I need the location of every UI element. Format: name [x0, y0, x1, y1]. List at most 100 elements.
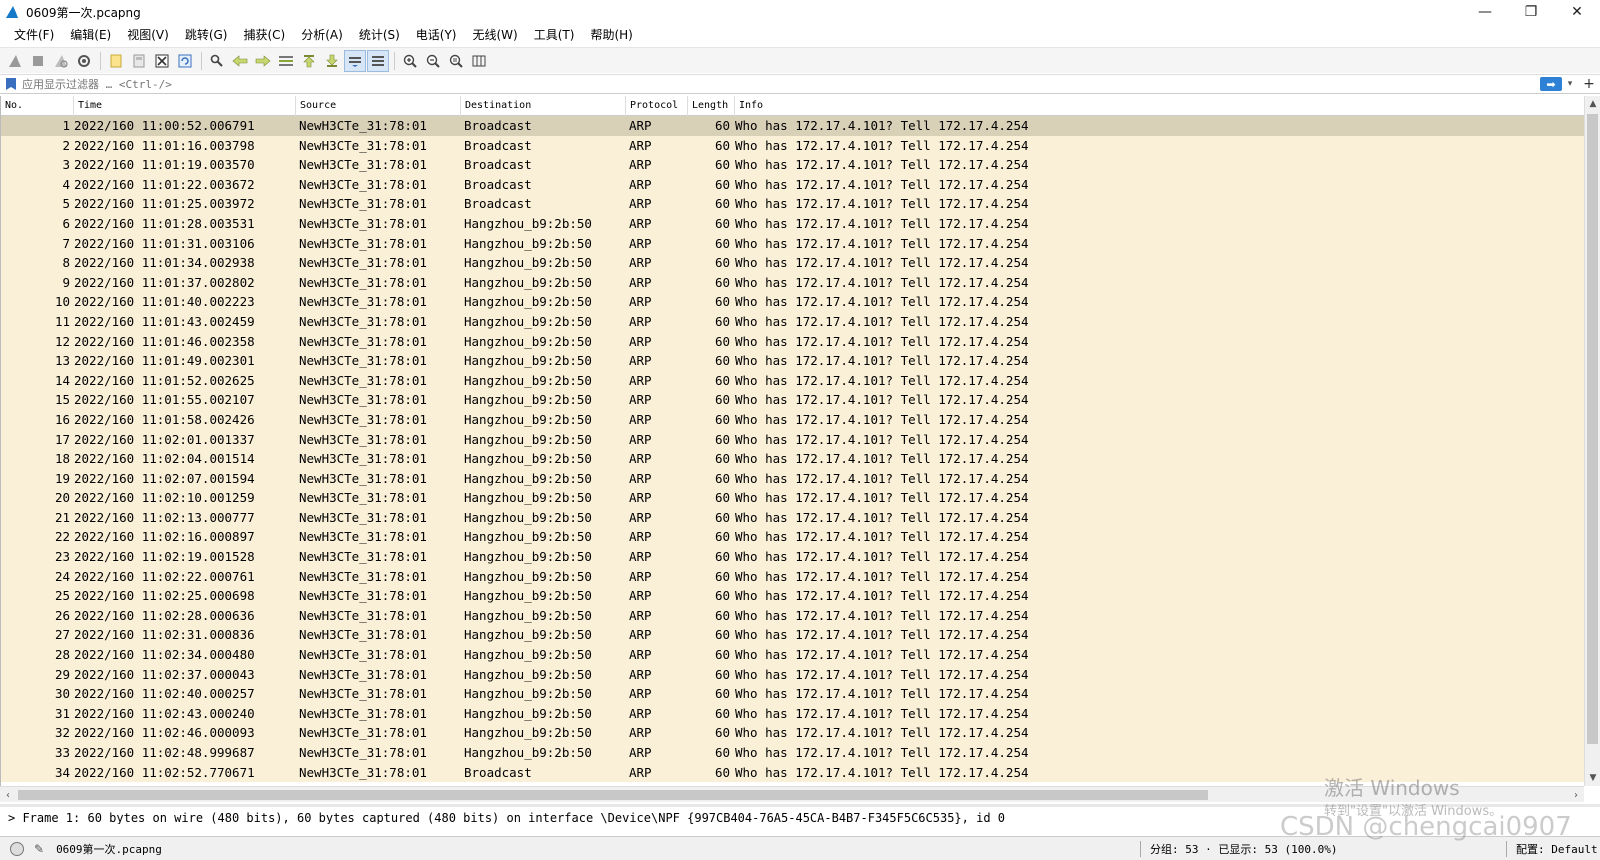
- table-row[interactable]: 14 2022/160 11:01:52.002625 NewH3CTe_31:78…: [1, 370, 1584, 391]
- colorize-icon[interactable]: [367, 49, 389, 72]
- save-file-icon[interactable]: [128, 50, 150, 72]
- table-row[interactable]: 31 2022/160 11:02:43.000240 NewH3CTe_31:78…: [1, 703, 1584, 724]
- packet-cell-dst: Hangzhou_b9:2b:50: [464, 470, 592, 486]
- table-row[interactable]: 9 2022/160 11:01:37.002802 NewH3CTe_31:78:…: [1, 272, 1584, 293]
- add-filter-button[interactable]: +: [1580, 76, 1598, 92]
- expert-info-icon[interactable]: [10, 841, 24, 856]
- table-row[interactable]: 19 2022/160 11:02:07.001594 NewH3CTe_31:78…: [1, 468, 1584, 489]
- packet-cell-info: Who has 172.17.4.101? Tell 172.17.4.254: [735, 255, 1029, 271]
- table-row[interactable]: 26 2022/160 11:02:28.000636 NewH3CTe_31:78…: [1, 605, 1584, 626]
- table-row[interactable]: 18 2022/160 11:02:04.001514 NewH3CTe_31:78…: [1, 449, 1584, 469]
- display-filter-input[interactable]: [22, 75, 1532, 93]
- column-header-protocol[interactable]: Protocol: [626, 96, 688, 116]
- menu-wireless[interactable]: 无线(W): [465, 24, 526, 46]
- menu-statistics[interactable]: 统计(S): [351, 24, 408, 46]
- table-row[interactable]: 1 2022/160 11:00:52.006791 NewH3CTe_31:78:…: [1, 116, 1584, 136]
- frame-detail-line[interactable]: > Frame 1: 60 bytes on wire (480 bits), …: [8, 811, 1005, 824]
- zoom-in-icon[interactable]: [399, 50, 421, 72]
- goto-packet-icon[interactable]: [275, 50, 297, 72]
- vertical-scroll-thumb[interactable]: [1587, 114, 1598, 744]
- apply-filter-button[interactable]: ➡: [1540, 77, 1562, 91]
- table-row[interactable]: 15 2022/160 11:01:55.002107 NewH3CTe_31:78…: [1, 390, 1584, 410]
- reload-icon[interactable]: [174, 50, 196, 72]
- menu-telephony[interactable]: 电话(Y): [408, 24, 465, 46]
- menu-file[interactable]: 文件(F): [6, 24, 62, 46]
- table-row[interactable]: 11 2022/160 11:01:43.002459 NewH3CTe_31:78…: [1, 311, 1584, 332]
- menu-capture[interactable]: 捕获(C): [235, 24, 293, 46]
- minimize-button[interactable]: —: [1462, 0, 1508, 24]
- menu-help[interactable]: 帮助(H): [582, 24, 640, 46]
- shark-start-icon[interactable]: [4, 50, 26, 72]
- table-row[interactable]: 6 2022/160 11:01:28.003531 NewH3CTe_31:78:…: [1, 213, 1584, 234]
- table-row[interactable]: 23 2022/160 11:02:19.001528 NewH3CTe_31:78…: [1, 547, 1584, 567]
- table-row[interactable]: 28 2022/160 11:02:34.000480 NewH3CTe_31:78…: [1, 645, 1584, 665]
- column-header-no[interactable]: No.: [1, 96, 74, 116]
- packet-cell-len: 60: [714, 666, 730, 682]
- menu-view[interactable]: 视图(V): [119, 24, 177, 46]
- column-header-destination[interactable]: Destination: [461, 96, 626, 116]
- table-row[interactable]: 30 2022/160 11:02:40.000257 NewH3CTe_31:78…: [1, 684, 1584, 704]
- last-packet-icon[interactable]: [321, 50, 343, 72]
- first-packet-icon[interactable]: [298, 50, 320, 72]
- auto-scroll-icon[interactable]: [344, 49, 366, 72]
- table-row[interactable]: 4 2022/160 11:01:22.003672 NewH3CTe_31:78:…: [1, 174, 1584, 195]
- column-header-source[interactable]: Source: [296, 96, 461, 116]
- table-row[interactable]: 13 2022/160 11:01:49.002301 NewH3CTe_31:78…: [1, 351, 1584, 371]
- column-header-length[interactable]: Length: [688, 96, 735, 116]
- table-row[interactable]: 21 2022/160 11:02:13.000777 NewH3CTe_31:78…: [1, 507, 1584, 528]
- table-row[interactable]: 16 2022/160 11:01:58.002426 NewH3CTe_31:78…: [1, 409, 1584, 430]
- capture-comment-icon[interactable]: ✎: [34, 842, 44, 856]
- window-title: 0609第一次.pcapng: [26, 5, 141, 20]
- table-row[interactable]: 32 2022/160 11:02:46.000093 NewH3CTe_31:78…: [1, 723, 1584, 743]
- column-header-info[interactable]: Info: [735, 96, 1584, 116]
- vertical-scrollbar[interactable]: ▲ ▼: [1584, 96, 1600, 786]
- table-row[interactable]: 24 2022/160 11:02:22.000761 NewH3CTe_31:78…: [1, 566, 1584, 587]
- filter-bookmark-icon[interactable]: [6, 78, 16, 90]
- scroll-left-icon[interactable]: ‹: [0, 787, 16, 803]
- resize-columns-icon[interactable]: [468, 50, 490, 72]
- table-row[interactable]: 33 2022/160 11:02:48.999687 NewH3CTe_31:78…: [1, 743, 1584, 763]
- table-row[interactable]: 5 2022/160 11:01:25.003972 NewH3CTe_31:78:…: [1, 194, 1584, 214]
- open-file-icon[interactable]: [105, 50, 127, 72]
- table-row[interactable]: 22 2022/160 11:02:16.000897 NewH3CTe_31:78…: [1, 527, 1584, 548]
- back-icon[interactable]: [229, 50, 251, 72]
- normal-size-icon[interactable]: [445, 50, 467, 72]
- table-row[interactable]: 20 2022/160 11:02:10.001259 NewH3CTe_31:78…: [1, 488, 1584, 508]
- table-row[interactable]: 29 2022/160 11:02:37.000043 NewH3CTe_31:78…: [1, 664, 1584, 685]
- restart-icon[interactable]: [50, 50, 72, 72]
- packet-cell-src: NewH3CTe_31:78:01: [299, 255, 427, 271]
- packet-cell-len: 60: [714, 196, 730, 212]
- table-row[interactable]: 7 2022/160 11:01:31.003106 NewH3CTe_31:78:…: [1, 233, 1584, 254]
- menu-tools[interactable]: 工具(T): [526, 24, 583, 46]
- menu-edit[interactable]: 编辑(E): [62, 24, 119, 46]
- zoom-out-icon[interactable]: [422, 50, 444, 72]
- status-profile[interactable]: 配置: Default: [1516, 841, 1598, 857]
- find-icon[interactable]: [206, 50, 228, 72]
- table-row[interactable]: 12 2022/160 11:01:46.002358 NewH3CTe_31:78…: [1, 331, 1584, 352]
- table-row[interactable]: 27 2022/160 11:02:31.000836 NewH3CTe_31:78…: [1, 625, 1584, 646]
- menu-bar: 文件(F) 编辑(E) 视图(V) 跳转(G) 捕获(C) 分析(A) 统计(S…: [0, 24, 1600, 46]
- restore-button[interactable]: ❐: [1508, 0, 1554, 24]
- close-file-icon[interactable]: [151, 50, 173, 72]
- table-row[interactable]: 3 2022/160 11:01:19.003570 NewH3CTe_31:78:…: [1, 155, 1584, 175]
- stop-icon[interactable]: [27, 50, 49, 72]
- menu-analyze[interactable]: 分析(A): [293, 24, 351, 46]
- packet-cell-time: 2022/160 11:00:52.006791: [74, 118, 255, 133]
- table-row[interactable]: 10 2022/160 11:01:40.002223 NewH3CTe_31:78…: [1, 292, 1584, 312]
- packet-cell-info: Who has 172.17.4.101? Tell 172.17.4.254: [735, 137, 1029, 153]
- filter-history-dropdown[interactable]: ▾: [1564, 79, 1576, 89]
- table-row[interactable]: 25 2022/160 11:02:25.000698 NewH3CTe_31:78…: [1, 586, 1584, 606]
- column-header-time[interactable]: Time: [74, 96, 296, 116]
- menu-go[interactable]: 跳转(G): [177, 24, 236, 46]
- table-row[interactable]: 17 2022/160 11:02:01.001337 NewH3CTe_31:78…: [1, 429, 1584, 450]
- scroll-right-icon[interactable]: ›: [1568, 787, 1584, 803]
- close-button[interactable]: ✕: [1554, 0, 1600, 24]
- packet-cell-no: 1: [62, 118, 70, 133]
- capture-options-icon[interactable]: [73, 50, 95, 72]
- horizontal-scroll-thumb[interactable]: [18, 790, 1208, 800]
- scroll-up-icon[interactable]: ▲: [1585, 96, 1600, 112]
- table-row[interactable]: 8 2022/160 11:01:34.002938 NewH3CTe_31:78:…: [1, 253, 1584, 273]
- table-row[interactable]: 2 2022/160 11:01:16.003798 NewH3CTe_31:78:…: [1, 135, 1584, 156]
- forward-icon[interactable]: [252, 50, 274, 72]
- scroll-down-icon[interactable]: ▼: [1585, 770, 1600, 786]
